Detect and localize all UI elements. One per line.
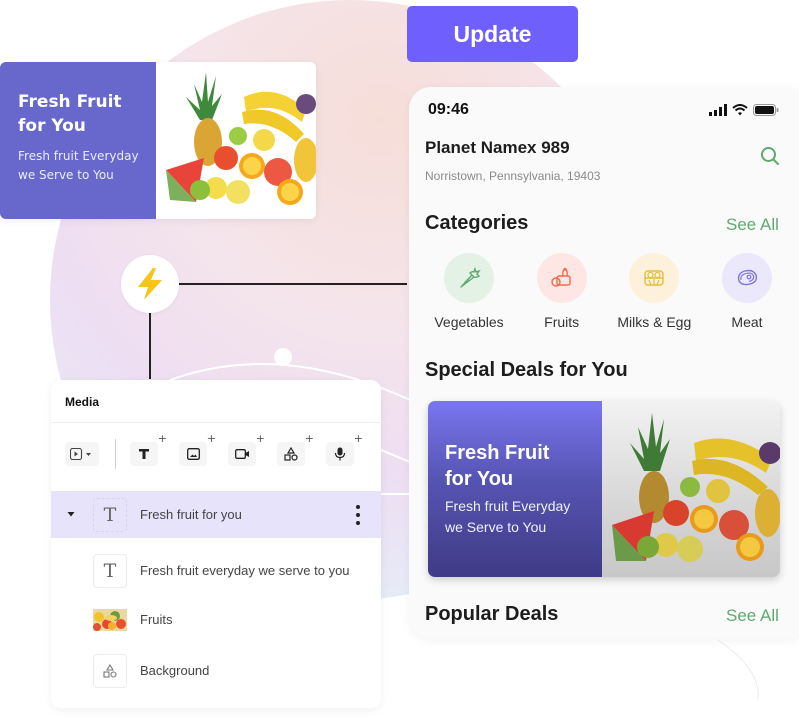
banner-preview-card[interactable]: Fresh Fruit for You Fresh fruit Everyday…: [0, 62, 316, 219]
shapes-icon: [284, 447, 298, 461]
connector-line-vertical: [149, 313, 151, 379]
special-deal-card[interactable]: Fresh Fruit for You Fresh fruit Everyday…: [428, 401, 780, 577]
deal-card-fruit-image: [602, 401, 780, 577]
layer-item[interactable]: T Fresh fruit everyday we serve to you: [51, 547, 381, 594]
fruit-basket-icon: [550, 267, 571, 287]
deal-card-text-panel: Fresh Fruit for You Fresh fruit Everyday…: [428, 401, 602, 577]
categories-see-all-link[interactable]: See All: [726, 215, 779, 235]
add-audio-button[interactable]: +: [326, 433, 363, 466]
banner-preview-title: Fresh Fruit for You: [18, 90, 156, 138]
deal-subtitle-line1: Fresh fruit Everyday: [445, 498, 571, 514]
store-name: Planet Namex 989: [425, 138, 570, 157]
play-square-icon: [70, 448, 91, 460]
status-icons: [709, 104, 779, 116]
banner-subtitle-line1: Fresh fruit Everyday: [18, 149, 139, 163]
categories-list: Vegetables Fruits Milks & Egg Meat: [423, 253, 793, 330]
deal-card-title: Fresh Fruit for You: [445, 440, 602, 492]
plus-icon: +: [353, 432, 363, 445]
popular-deals-title: Popular Deals: [425, 603, 559, 625]
shape-layer-icon: [93, 653, 127, 688]
video-camera-icon: [234, 449, 249, 459]
layer-label: Background: [140, 663, 210, 678]
layer-label: Fresh fruit everyday we serve to you: [140, 563, 350, 578]
media-type-dropdown[interactable]: [65, 442, 99, 466]
deal-title-line1: Fresh Fruit: [445, 442, 550, 464]
shapes-icon: [103, 663, 117, 678]
layer-label: Fresh fruit for you: [140, 507, 242, 522]
search-button[interactable]: [759, 145, 781, 167]
phone-mockup: 09:46 Planet Namex 989 Norristown, Penns…: [409, 87, 799, 639]
banner-title-line2: for You: [18, 116, 86, 136]
popular-deals-see-all-link[interactable]: See All: [726, 606, 779, 626]
connector-line-horizontal: [179, 283, 407, 285]
banner-subtitle-line2: we Serve to You: [18, 168, 114, 182]
banner-preview-text-panel: Fresh Fruit for You Fresh fruit Everyday…: [0, 62, 156, 219]
banner-preview-subtitle: Fresh fruit Everyday we Serve to You: [18, 147, 156, 185]
divider: [51, 422, 381, 423]
special-deals-title: Special Deals for You: [425, 359, 628, 381]
category-label: Fruits: [544, 314, 580, 330]
search-icon: [761, 147, 779, 165]
category-label: Meat: [731, 314, 763, 330]
text-icon: [139, 449, 149, 459]
category-milks-egg[interactable]: Milks & Egg: [608, 253, 700, 330]
text-layer-icon: T: [93, 553, 127, 588]
trigger-node[interactable]: [121, 255, 179, 313]
steak-icon: [737, 269, 758, 286]
update-button[interactable]: Update: [407, 6, 578, 62]
categories-title: Categories: [425, 212, 529, 234]
layer-label: Fruits: [140, 612, 173, 627]
fruits-thumbnail-image: [93, 608, 127, 631]
status-time: 09:46: [428, 101, 469, 118]
plus-icon: +: [304, 432, 314, 445]
add-video-button[interactable]: +: [228, 433, 265, 466]
microphone-icon: [334, 447, 346, 461]
store-address: Norristown, Pennsylvania, 19403: [425, 169, 601, 183]
category-fruits[interactable]: Fruits: [516, 253, 608, 330]
media-panel-title: Media: [65, 395, 100, 409]
add-text-button[interactable]: +: [130, 433, 167, 466]
layer-item[interactable]: Background: [51, 647, 381, 694]
cellular-signal-icon: [709, 104, 727, 116]
battery-icon: [753, 104, 779, 116]
category-icon-circle: [444, 253, 494, 303]
category-label: Milks & Egg: [617, 314, 692, 330]
image-icon: [186, 448, 200, 460]
plus-icon: +: [206, 432, 216, 445]
fruit-basket-image: [156, 62, 316, 219]
plus-icon: +: [157, 432, 167, 445]
category-icon-circle: [721, 253, 772, 303]
category-label: Vegetables: [434, 314, 504, 330]
deal-title-line2: for You: [445, 468, 514, 490]
chevron-down-icon: [86, 453, 91, 456]
layer-item[interactable]: Fruits: [51, 596, 381, 643]
toolbar-separator: [115, 439, 116, 469]
plus-icon: +: [255, 432, 265, 445]
category-meat[interactable]: Meat: [701, 253, 793, 330]
egg-carton-icon: [644, 270, 665, 286]
add-image-button[interactable]: +: [179, 433, 216, 466]
media-panel: Media + + + + + T Fresh fruit for you T …: [51, 380, 381, 708]
fruit-illustration: [166, 72, 316, 205]
media-toolbar: + + + + +: [65, 433, 375, 469]
banner-title-line1: Fresh Fruit: [18, 92, 122, 112]
carrot-icon: [460, 266, 481, 288]
status-bar: 09:46: [428, 101, 779, 119]
deal-subtitle-line2: we Serve to You: [445, 519, 547, 535]
category-icon-circle: [536, 253, 587, 303]
more-options-icon[interactable]: [351, 505, 365, 525]
fruit-illustration: [612, 413, 780, 562]
layer-item-selected[interactable]: T Fresh fruit for you: [51, 491, 381, 538]
deal-card-subtitle: Fresh fruit Everyday we Serve to You: [445, 496, 602, 538]
lightning-bolt-icon: [138, 268, 162, 300]
wifi-icon: [732, 104, 748, 116]
add-shape-button[interactable]: +: [277, 433, 314, 466]
text-layer-icon: T: [93, 497, 127, 532]
category-icon-circle: [629, 253, 680, 303]
caret-down-icon[interactable]: [67, 510, 75, 518]
image-layer-thumbnail: [93, 602, 127, 637]
category-vegetables[interactable]: Vegetables: [423, 253, 515, 330]
